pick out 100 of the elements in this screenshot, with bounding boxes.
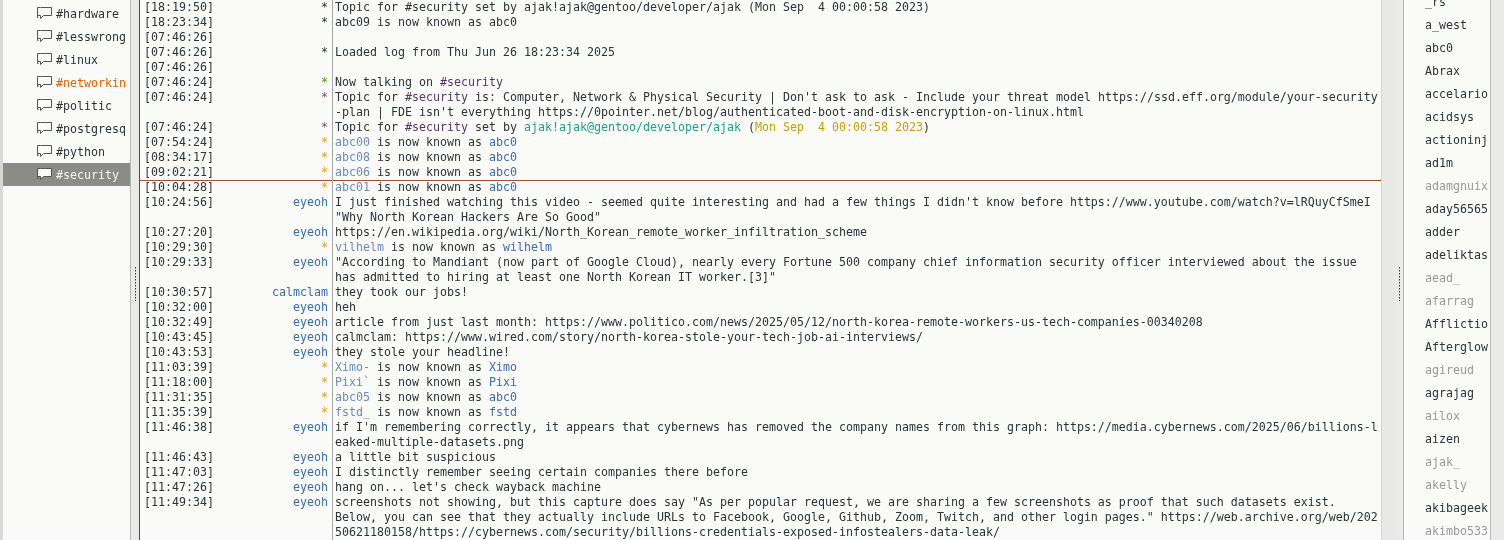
- message-text: abc09 is now known as abc0: [335, 15, 517, 29]
- message-text: vilhelm is now known as wilhelm: [335, 240, 552, 254]
- timestamp: [11:46:43]: [144, 450, 214, 465]
- chat-bubble-icon: [36, 29, 53, 44]
- nick-label: eyeoh: [293, 195, 328, 210]
- nick-label: *: [321, 150, 328, 165]
- message-text: Ximo- is now known as Ximo: [335, 360, 517, 374]
- user-item[interactable]: adeliktas: [1404, 244, 1490, 267]
- user-item[interactable]: acidsys: [1404, 106, 1490, 129]
- user-item[interactable]: a_west: [1404, 14, 1490, 37]
- timestamp: [18:19:50]: [144, 0, 214, 15]
- message-text: https://en.wikipedia.org/wiki/North_Korean_remote_worker_infiltration_scheme: [335, 225, 867, 239]
- timestamp: [07:46:26]: [144, 30, 214, 45]
- message-text: abc06 is now known as abc0: [335, 165, 517, 179]
- user-item[interactable]: adder: [1404, 221, 1490, 244]
- message-text: "According to Mandiant (now part of Google Cloud), nearly every Fortune 500 company chief information security officer interviewed about the issue has admitted to hiring at least one North Korean IT worker.[3]": [335, 255, 1357, 284]
- timestamp: [11:35:39]: [144, 405, 214, 420]
- user-item[interactable]: Abrax: [1404, 60, 1490, 83]
- user-item[interactable]: aizen: [1404, 428, 1490, 451]
- timestamp: [07:46:26]: [144, 60, 214, 75]
- timestamp: [10:29:30]: [144, 240, 214, 255]
- chat-bubble-icon: [36, 167, 53, 182]
- message-text: abc01 is now known as abc0: [335, 180, 517, 194]
- timestamp: [07:46:24]: [144, 120, 214, 135]
- nick-label: eyeoh: [293, 345, 328, 360]
- timestamp: [11:47:26]: [144, 480, 214, 495]
- timestamp: [18:23:34]: [144, 15, 214, 30]
- user-item[interactable]: _rs: [1404, 0, 1490, 14]
- message-text: abc00 is now known as abc0: [335, 135, 517, 149]
- nick-label: eyeoh: [293, 315, 328, 330]
- timestamp: [10:27:20]: [144, 225, 214, 240]
- user-item[interactable]: actioninj: [1404, 129, 1490, 152]
- chat-bubble-icon: [36, 52, 53, 67]
- nick-label: *: [321, 360, 328, 375]
- user-item[interactable]: Afterglow: [1404, 336, 1490, 359]
- channel-item[interactable]: #hardware: [3, 2, 130, 25]
- nick-label: *: [321, 75, 328, 90]
- timestamp: [10:32:49]: [144, 315, 214, 330]
- user-item[interactable]: aday56565: [1404, 198, 1490, 221]
- resize-handle[interactable]: [133, 267, 137, 301]
- timestamp: [10:04:28]: [144, 180, 214, 195]
- message-text: calmclam: https://www.wired.com/story/north-korea-stole-your-tech-job-ai-interviews/: [335, 330, 923, 344]
- timestamp: [09:02:21]: [144, 165, 214, 180]
- user-item[interactable]: akibageek: [1404, 497, 1490, 520]
- message-text: hang on... let's check wayback machine: [335, 480, 601, 494]
- nick-label: *: [321, 180, 328, 195]
- message-text: article from just last month: https://www.politico.com/news/2025/05/12/north-korea-remote-workers-us-tech-companies-00340208: [335, 315, 1203, 329]
- nick-label: eyeoh: [293, 495, 328, 510]
- nick-label: eyeoh: [293, 480, 328, 495]
- nick-label: *: [321, 390, 328, 405]
- nick-label: *: [321, 240, 328, 255]
- timestamp: [07:46:26]: [144, 45, 214, 60]
- timestamp: [07:46:24]: [144, 75, 214, 90]
- message-text: abc05 is now known as abc0: [335, 390, 517, 404]
- nick-label: calmclam: [272, 285, 328, 300]
- channel-item[interactable]: #linux: [3, 48, 130, 71]
- nick-label: *: [321, 0, 328, 15]
- user-item[interactable]: abc0: [1404, 37, 1490, 60]
- chat-bubble-icon: [36, 121, 53, 136]
- message-text: Loaded log from Thu Jun 26 18:23:34 2025: [335, 45, 615, 59]
- timestamp: [11:47:03]: [144, 465, 214, 480]
- user-item[interactable]: accelario: [1404, 83, 1490, 106]
- nick-label: *: [321, 405, 328, 420]
- timestamp: [11:18:00]: [144, 375, 214, 390]
- timestamp: [10:24:56]: [144, 195, 214, 210]
- message-text: a little bit suspicious: [335, 450, 496, 464]
- timestamp: [07:54:24]: [144, 135, 214, 150]
- chat-bubble-icon: [36, 75, 53, 90]
- nick-label: *: [321, 135, 328, 150]
- timestamp: [10:30:57]: [144, 285, 214, 300]
- timestamp: [11:46:38]: [144, 420, 214, 435]
- channel-item[interactable]: #python: [3, 140, 130, 163]
- user-item[interactable]: ad1m: [1404, 152, 1490, 175]
- timestamp: [11:31:35]: [144, 390, 214, 405]
- timestamp: [10:29:33]: [144, 255, 214, 270]
- timestamp: [11:03:39]: [144, 360, 214, 375]
- user-item[interactable]: agrajag: [1404, 382, 1490, 405]
- nick-label: eyeoh: [293, 255, 328, 270]
- message-text: Pixi` is now known as Pixi: [335, 375, 517, 389]
- message-text: Now talking on #security: [335, 75, 503, 89]
- nick-label: eyeoh: [293, 330, 328, 345]
- message-text: Topic for #security set by ajak!ajak@gentoo/developer/ajak (Mon Sep 4 00:00:58 2023): [335, 120, 930, 134]
- nick-label: eyeoh: [293, 225, 328, 240]
- message-text: heh: [335, 300, 356, 314]
- nick-label: *: [321, 165, 328, 180]
- chat-bubble-icon: [36, 6, 53, 21]
- message-text: I distinctly remember seeing certain companies there before: [335, 465, 748, 479]
- message-text: screenshots not showing, but this capture does say "As per popular request, we are sharing a few screenshots as proof that such datasets exist. Below, you can see that they actually include URLs to Facebook, Google, Github, Zoom, Twitch, and other login pages." https://web.archive.org/web/202 50621180158/https://cybernews.com/security/billions-credentials-exposed-infostealers-data-leak/: [335, 495, 1378, 539]
- channel-item[interactable]: #postgresq: [3, 117, 130, 140]
- timestamp: [07:46:24]: [144, 90, 214, 105]
- channel-item[interactable]: #lesswrong: [3, 25, 130, 48]
- nick-label: eyeoh: [293, 420, 328, 435]
- message-text: they took our jobs!: [335, 285, 468, 299]
- nick-label: *: [321, 90, 328, 105]
- resize-handle[interactable]: [1397, 267, 1401, 301]
- message-text: Topic for #security set by ajak!ajak@gentoo/developer/ajak (Mon Sep 4 00:00:58 2023): [335, 0, 930, 14]
- user-item[interactable]: Afflictio: [1404, 313, 1490, 336]
- chat-bubble-icon: [36, 98, 53, 113]
- channel-item[interactable]: #politic: [3, 94, 130, 117]
- nick-label: eyeoh: [293, 450, 328, 465]
